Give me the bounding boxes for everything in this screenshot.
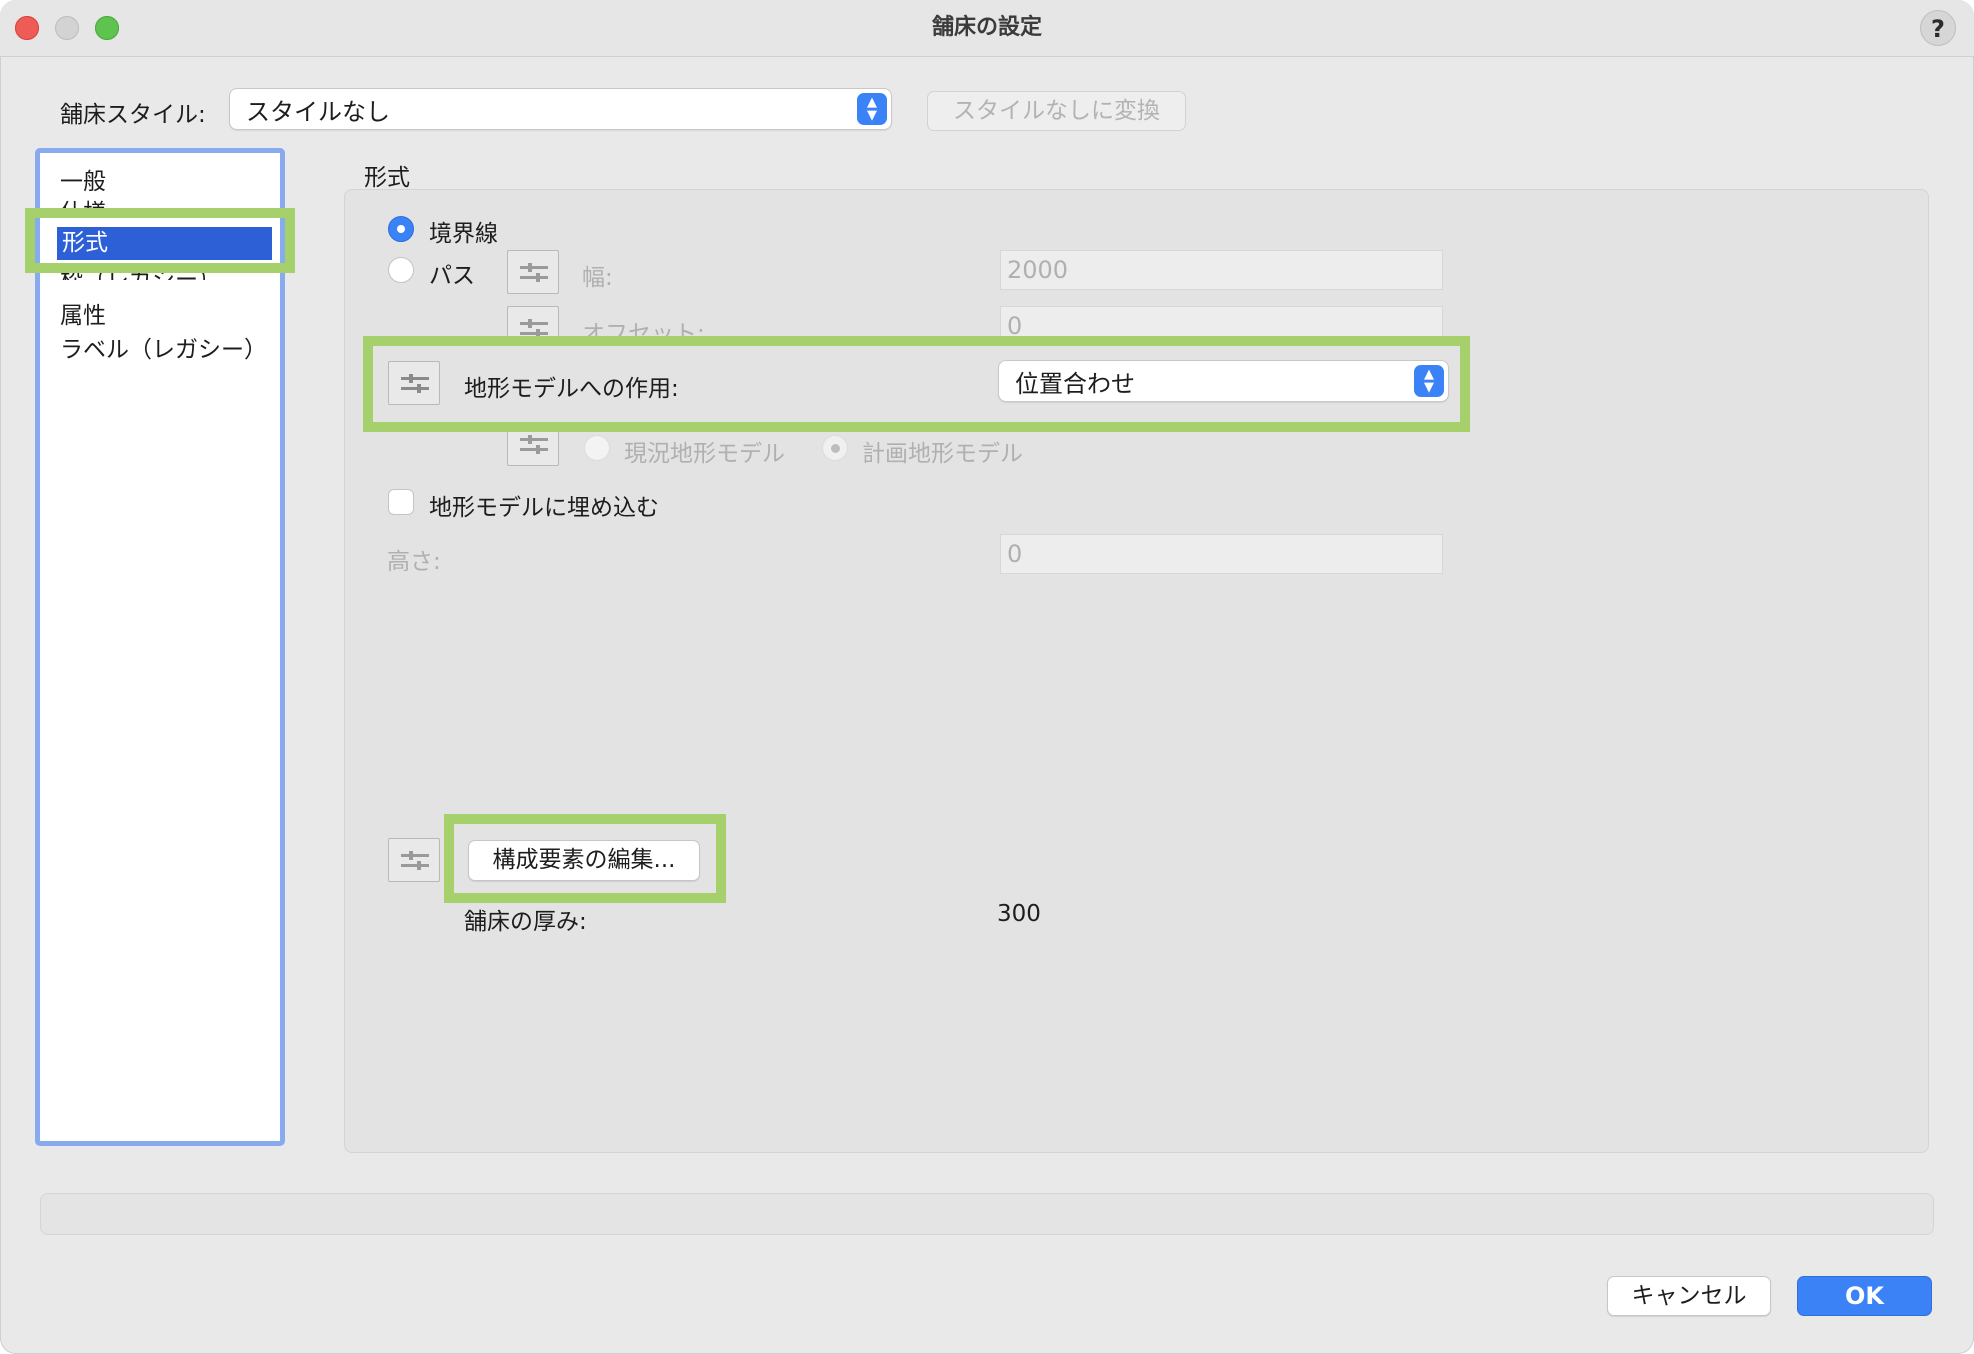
components-param-button[interactable] xyxy=(388,838,440,882)
title-bar: 舗床の設定 ? xyxy=(0,0,1974,57)
sidebar-item-label-legacy[interactable]: ラベル（レガシー） xyxy=(60,330,267,364)
section-title: 形式 xyxy=(364,165,410,191)
width-param-button[interactable] xyxy=(507,250,559,294)
radio-existing-terrain[interactable] xyxy=(584,435,610,461)
chevron-updown-icon: ▲ ▼ xyxy=(857,93,887,125)
terrain-label: 地形モデルへの作用: xyxy=(464,376,679,402)
sidebar-item-frame-legacy[interactable]: 枠（レガシー） xyxy=(60,260,221,280)
height-label: 高さ: xyxy=(387,549,441,575)
embed-terrain-checkbox[interactable] xyxy=(388,489,414,515)
dialog-window: 舗床の設定 ? 舗床スタイル: スタイルなし ▲ ▼ スタイルなしに変換 一般 仕… xyxy=(0,0,1974,1354)
status-bar xyxy=(40,1193,1934,1235)
style-label: 舗床スタイル: xyxy=(60,102,206,128)
sidebar-item-spec[interactable]: 仕様 xyxy=(60,193,106,215)
parameter-link-icon xyxy=(520,263,548,282)
chevron-updown-icon: ▲ ▼ xyxy=(1414,365,1444,397)
radio-boundary[interactable] xyxy=(388,216,414,242)
edit-components-button[interactable]: 構成要素の編集... xyxy=(468,840,700,881)
offset-label: オフセット: xyxy=(582,321,705,338)
width-label: 幅: xyxy=(582,265,613,291)
offset-field[interactable]: 0 xyxy=(1000,306,1443,342)
category-list: 一般 仕様 形式 枠（レガシー） 属性 ラベル（レガシー） xyxy=(35,148,285,1146)
style-popup-value: スタイルなし xyxy=(246,97,390,126)
embed-terrain-label: 地形モデルに埋め込む xyxy=(429,495,659,521)
window-title: 舗床の設定 xyxy=(931,15,1042,40)
radio-boundary-label: 境界線 xyxy=(429,221,498,247)
parameter-link-icon xyxy=(401,851,429,870)
height-field[interactable]: 0 xyxy=(1000,534,1443,574)
parameter-link-icon xyxy=(401,374,429,393)
thickness-value: 300 xyxy=(997,901,1041,927)
terrain-popup-value: 位置合わせ xyxy=(1015,369,1135,398)
convert-style-button[interactable]: スタイルなしに変換 xyxy=(927,91,1186,131)
ok-button[interactable]: OK xyxy=(1797,1276,1932,1316)
parameter-link-icon xyxy=(520,435,548,454)
radio-proposed-terrain[interactable] xyxy=(822,435,848,461)
sidebar-item-format[interactable]: 形式 xyxy=(57,227,272,260)
radio-path-label: パス xyxy=(429,263,475,289)
parameter-link-icon xyxy=(520,319,548,338)
offset-param-button[interactable] xyxy=(507,306,559,342)
terrain-param-button[interactable] xyxy=(388,361,440,405)
help-button[interactable]: ? xyxy=(1920,10,1956,46)
terrain-popup[interactable]: 位置合わせ ▲ ▼ xyxy=(998,360,1449,402)
sidebar-item-attributes[interactable]: 属性 xyxy=(60,296,106,330)
radio-proposed-terrain-label: 計画地形モデル xyxy=(862,441,1023,467)
radio-path[interactable] xyxy=(388,257,414,283)
radio-existing-terrain-label: 現況地形モデル xyxy=(624,441,785,467)
cancel-button[interactable]: キャンセル xyxy=(1607,1276,1771,1316)
thickness-label: 舗床の厚み: xyxy=(464,909,587,935)
terrain-model-param-button[interactable] xyxy=(507,422,559,466)
style-popup[interactable]: スタイルなし ▲ ▼ xyxy=(229,88,892,130)
width-field[interactable]: 2000 xyxy=(1000,250,1443,290)
sidebar-item-general[interactable]: 一般 xyxy=(60,162,106,196)
